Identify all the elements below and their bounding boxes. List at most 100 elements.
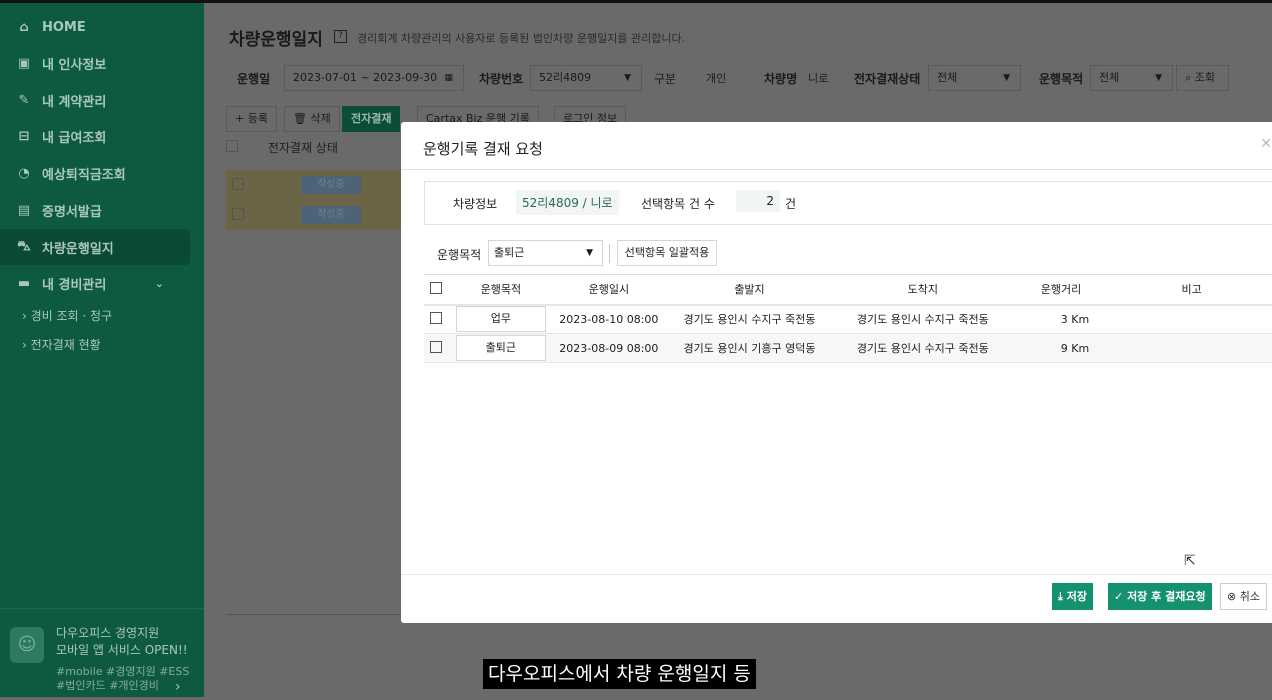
column-header: 비고 — [1111, 274, 1272, 306]
chevron-right-icon: › — [175, 679, 181, 695]
sidebar: ⌂ HOME ▣ 내 인사정보 ✎ 내 계약관리 ⊟ 내 급여조회 ◔ 예상퇴직금조회 ▤… — [0, 3, 204, 697]
date-range-input[interactable]: 2023-07-01 ~ 2023-09-30 ▦ — [284, 65, 464, 91]
sidebar-item-home[interactable]: ⌂ HOME — [0, 9, 190, 45]
row-checkbox[interactable] — [430, 340, 443, 353]
status-badge: 작성중 — [301, 176, 361, 194]
mouse-cursor-icon: ⇱ — [1184, 553, 1196, 569]
cancel-button[interactable]: ⊗ 취소 — [1220, 583, 1267, 610]
help-icon[interactable]: ? — [334, 30, 347, 43]
list-row[interactable]: 작성중 — [226, 170, 406, 200]
contract-icon: ✎ — [18, 92, 30, 108]
certificate-icon: ▤ — [17, 202, 31, 218]
count-unit: 건 — [785, 197, 797, 211]
calendar-icon[interactable]: ▦ — [444, 66, 453, 90]
approval-button[interactable]: 전자결재 — [342, 106, 401, 132]
divider — [609, 244, 610, 263]
row-checkbox[interactable] — [232, 208, 244, 220]
count-value: 2 — [736, 190, 780, 212]
caret-down-icon: ▼ — [624, 73, 631, 83]
row-checkbox[interactable] — [430, 311, 443, 324]
type-label: 구분 — [654, 72, 677, 86]
divider — [401, 574, 1272, 575]
sidebar-item-salary[interactable]: ⊟ 내 급여조회 — [0, 118, 190, 154]
drive-record-table: 운행목적 운행일시 출발지 도착지 운행거리 비고 업무 2023-08-10 … — [424, 274, 1272, 363]
chevron-down-icon: ⌄ — [154, 276, 164, 290]
select-all-checkbox[interactable] — [226, 140, 238, 152]
approval-request-modal: 운행기록 결재 요청 ✕ 차량정보 52리4809 / 니로 선택항목 건 수 … — [401, 122, 1272, 623]
caret-down-icon: ▼ — [1155, 73, 1162, 83]
save-button[interactable]: ⤓ 저장 — [1052, 583, 1093, 610]
to-cell: 경기도 용인시 수지구 죽전동 — [834, 333, 1011, 363]
trash-icon: 🗑 — [293, 112, 307, 125]
list-header: 전자결재 상태 — [226, 139, 406, 156]
type-value: 개인 — [706, 72, 727, 85]
distance-cell: 9 Km — [1010, 333, 1112, 363]
car-name-value: 니로 — [808, 72, 829, 85]
caret-down-icon: ▼ — [1003, 73, 1010, 83]
to-cell: 경기도 용인시 수지구 죽전동 — [834, 304, 1011, 334]
divider — [401, 169, 1272, 170]
from-cell: 경기도 용인시 수지구 죽전동 — [664, 304, 835, 334]
select-all-checkbox[interactable] — [430, 281, 443, 294]
vehicle-info-box: 차량정보 52리4809 / 니로 선택항목 건 수 2 건 — [424, 181, 1272, 225]
column-header: 도착지 — [834, 274, 1011, 306]
apply-selected-button[interactable]: 선택항목 일괄적용 — [617, 240, 717, 266]
purpose-select[interactable]: 출퇴근 ▼ — [488, 240, 603, 266]
check-icon: ✓ — [1114, 590, 1124, 603]
approval-status-select[interactable]: 전체 ▼ — [928, 65, 1021, 91]
list-row[interactable]: 작성중 — [226, 200, 406, 230]
datetime-cell: 2023-08-10 08:00 — [553, 304, 665, 334]
caret-down-icon: ▼ — [586, 248, 593, 258]
mobile-app-icon: ☺ — [10, 627, 44, 663]
car-no-select[interactable]: 52리4809 ▼ — [530, 65, 642, 91]
search-icon: ⌕ — [1185, 71, 1192, 84]
card-icon: ▬ — [17, 275, 31, 291]
date-label: 운행일 — [237, 72, 271, 86]
mobile-app-promo[interactable]: ☺ 다우오피스 경영지원 모바일 앱 서비스 OPEN!! #mobile #경영… — [0, 608, 204, 700]
datetime-cell: 2023-08-09 08:00 — [553, 333, 665, 363]
sidebar-subitem-expense-query[interactable]: › 경비 조회 · 청구 — [22, 307, 112, 324]
count-label: 선택항목 건 수 — [641, 197, 715, 211]
home-icon: ⌂ — [19, 19, 29, 35]
delete-button[interactable]: 🗑 삭제 — [284, 106, 340, 132]
id-card-icon: ▣ — [17, 55, 31, 71]
sidebar-item-vehicle-log[interactable]: ⛍ 차량운행일지 — [0, 229, 190, 265]
purpose-field[interactable]: 출퇴근 — [455, 335, 546, 361]
purpose-field[interactable]: 업무 — [455, 306, 546, 333]
sidebar-item-expense[interactable]: ▬ 내 경비관리 ⌄ — [0, 265, 190, 301]
divider — [226, 614, 406, 615]
save-and-request-button[interactable]: ✓ 저장 후 결재요청 — [1108, 583, 1212, 610]
page-description: 경리회계 차량관리의 사용자로 등록된 법인차량 운행일지를 관리합니다. — [357, 32, 686, 45]
sidebar-subitem-approval-status[interactable]: › 전자결재 현황 — [22, 336, 101, 353]
video-caption: 다우오피스에서 차량 운행일지 등 — [483, 659, 756, 689]
vehicle-label: 차량정보 — [453, 197, 498, 211]
note-cell — [1111, 304, 1272, 334]
page-title: 차량운행일지 — [229, 30, 323, 50]
add-button[interactable]: + 등록 — [226, 106, 277, 132]
from-cell: 경기도 용인시 기흥구 영덕동 — [664, 333, 835, 363]
search-button[interactable]: ⌕ 조회 — [1176, 65, 1229, 91]
close-icon[interactable]: ✕ — [1260, 136, 1272, 152]
sidebar-item-contract[interactable]: ✎ 내 계약관리 — [0, 82, 190, 118]
column-header: 운행거리 — [1010, 274, 1112, 306]
wallet-icon: ⊟ — [18, 128, 30, 144]
table-row[interactable]: 업무 2023-08-10 08:00 경기도 용인시 수지구 죽전동 경기도 … — [424, 304, 1272, 334]
note-cell — [1111, 333, 1272, 363]
purpose-label: 운행목적 — [437, 248, 482, 262]
vehicle-value: 52리4809 / 니로 — [516, 190, 619, 215]
purpose-select[interactable]: 전체 ▼ — [1090, 65, 1173, 91]
column-header: 운행일시 — [553, 274, 665, 306]
search-money-icon: ◔ — [18, 165, 30, 181]
column-header: 출발지 — [664, 274, 835, 306]
purpose-label: 운행목적 — [1039, 72, 1084, 86]
sidebar-item-hr[interactable]: ▣ 내 인사정보 — [0, 45, 190, 81]
sidebar-item-severance[interactable]: ◔ 예상퇴직금조회 — [0, 155, 190, 191]
download-icon: ⤓ — [1058, 590, 1063, 603]
distance-cell: 3 Km — [1010, 304, 1112, 334]
sidebar-item-certificate[interactable]: ▤ 증명서발급 — [0, 192, 190, 228]
table-row[interactable]: 출퇴근 2023-08-09 08:00 경기도 용인시 기흥구 영덕동 경기도… — [424, 333, 1272, 363]
column-header: 운행목적 — [448, 274, 554, 306]
row-checkbox[interactable] — [232, 178, 244, 190]
car-name-label: 차량명 — [764, 72, 798, 86]
car-no-label: 차량번호 — [479, 72, 524, 86]
